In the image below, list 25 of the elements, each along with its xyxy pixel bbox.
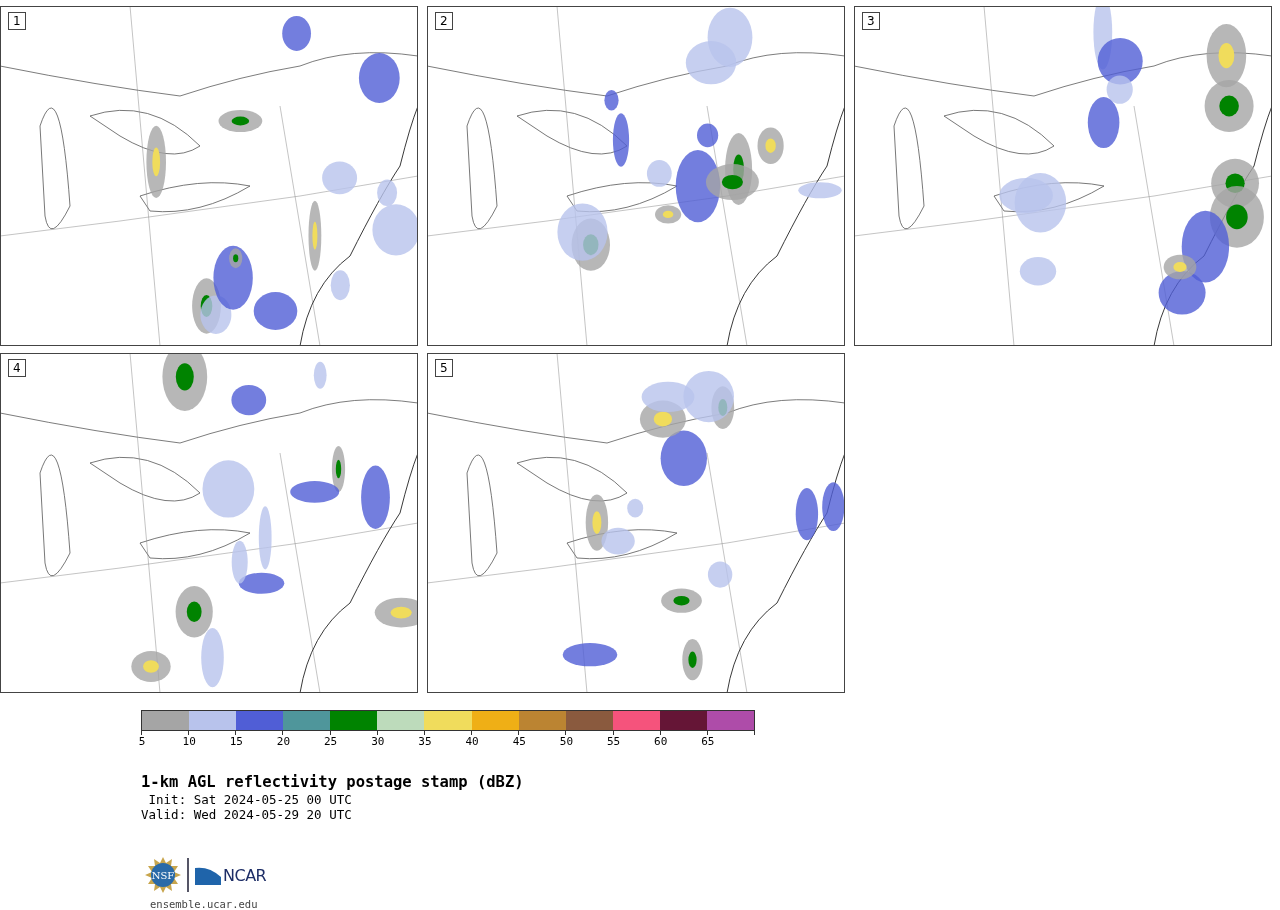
- panel-number: 2: [435, 12, 453, 30]
- tick-label: 5: [138, 735, 146, 748]
- tick-label: 15: [229, 735, 243, 748]
- panel-number: 5: [435, 359, 453, 377]
- panel-number: 1: [8, 12, 26, 30]
- website-url: ensemble.ucar.edu: [150, 898, 259, 910]
- panel-number: 3: [862, 12, 880, 30]
- nsf-logo: NSF: [145, 857, 181, 893]
- tick-label: 35: [418, 735, 432, 748]
- tick-label: 25: [324, 735, 338, 748]
- tick-label: 40: [465, 735, 479, 748]
- panel-number: 4: [8, 359, 26, 377]
- valid-time: Valid: Wed 2024-05-29 20 UTC: [141, 807, 353, 822]
- init-time: Init: Sat 2024-05-25 00 UTC: [147, 792, 353, 807]
- ncar-logo-icon: [195, 865, 221, 885]
- chart-title: 1-km AGL reflectivity postage stamp (dBZ): [141, 773, 525, 791]
- tick-label: 65: [701, 735, 715, 748]
- ncar-logo: NCAR: [223, 865, 267, 885]
- tick-label: 55: [606, 735, 621, 748]
- tick-label: 60: [654, 735, 668, 748]
- tick-label: 30: [371, 735, 385, 748]
- tick-label: 10: [182, 735, 196, 748]
- tick-label: 20: [276, 735, 291, 748]
- tick-label: 45: [512, 735, 526, 748]
- tick-label: 50: [559, 735, 574, 748]
